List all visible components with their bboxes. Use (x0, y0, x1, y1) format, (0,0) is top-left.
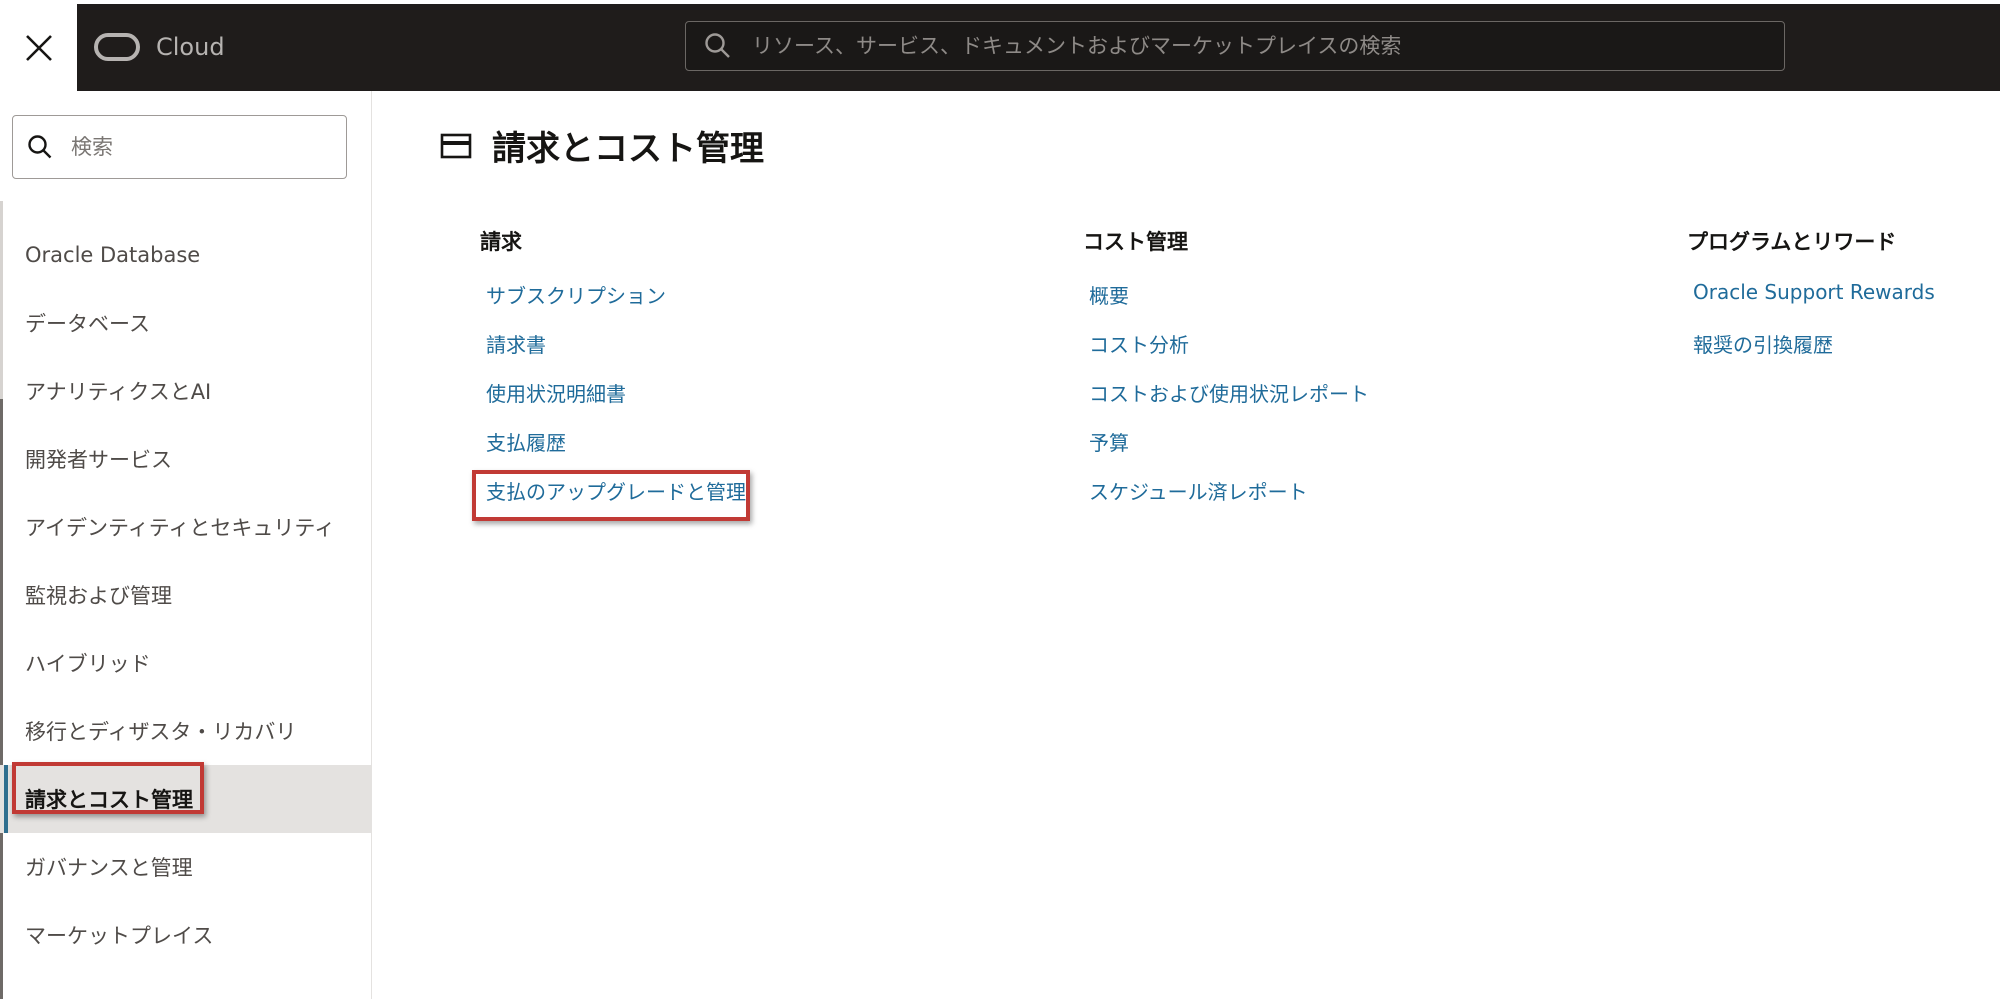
sidebar-item-migration-dr[interactable]: 移行とディザスタ・リカバリ (0, 697, 371, 765)
sidebar-item-governance[interactable]: ガバナンスと管理 (0, 833, 371, 901)
link-cost-usage-reports[interactable]: コストおよび使用状況レポート (1083, 378, 1369, 427)
close-menu-button[interactable] (0, 4, 77, 91)
link-scheduled-reports[interactable]: スケジュール済レポート (1083, 476, 1369, 525)
service-sidebar: Oracle Database データベース アナリティクスとAI 開発者サービ… (0, 91, 372, 999)
link-budgets[interactable]: 予算 (1083, 427, 1369, 476)
sidebar-search[interactable] (12, 115, 347, 179)
sidebar-item-identity-security[interactable]: アイデンティティとセキュリティ (0, 493, 371, 561)
main-content: 請求とコスト管理 請求 サブスクリプション 請求書 使用状況明細書 支払履歴 支… (372, 91, 2000, 999)
column-heading-billing: 請求 (480, 230, 522, 254)
oracle-logo-icon[interactable] (93, 32, 141, 62)
column-cost-management: コスト管理 概要 コスト分析 コストおよび使用状況レポート 予算 スケジュール済… (1083, 226, 1369, 525)
global-search-input[interactable] (750, 33, 1734, 59)
link-overview[interactable]: 概要 (1083, 280, 1369, 329)
sidebar-nav: Oracle Database データベース アナリティクスとAI 開発者サービ… (0, 221, 371, 969)
column-billing: 請求 サブスクリプション 請求書 使用状況明細書 支払履歴 支払のアップグレード… (480, 226, 746, 525)
sidebar-item-analytics-ai[interactable]: アナリティクスとAI (0, 357, 371, 425)
search-icon (27, 134, 53, 160)
link-subscriptions[interactable]: サブスクリプション (480, 280, 746, 329)
link-payment-history[interactable]: 支払履歴 (480, 427, 746, 476)
brand-name[interactable]: Cloud (156, 30, 225, 64)
link-cost-analysis[interactable]: コスト分析 (1083, 329, 1369, 378)
credit-card-icon (440, 133, 472, 159)
link-rewards-redemption-history[interactable]: 報奨の引換履歴 (1687, 329, 1935, 378)
page-title: 請求とコスト管理 (492, 129, 764, 169)
sidebar-item-database[interactable]: データベース (0, 289, 371, 357)
top-header: Cloud (0, 0, 2000, 91)
column-programs-rewards: プログラムとリワード Oracle Support Rewards 報奨の引換履… (1687, 226, 1935, 378)
search-icon (704, 32, 732, 60)
link-invoices[interactable]: 請求書 (480, 329, 746, 378)
sidebar-search-input[interactable] (69, 134, 323, 160)
sidebar-item-billing-cost[interactable]: 請求とコスト管理 (0, 765, 371, 833)
sidebar-item-developer-services[interactable]: 開発者サービス (0, 425, 371, 493)
close-icon (25, 34, 52, 61)
sidebar-item-marketplace[interactable]: マーケットプレイス (0, 901, 371, 969)
global-search[interactable] (685, 21, 1785, 71)
sidebar-item-hybrid[interactable]: ハイブリッド (0, 629, 371, 697)
link-upgrade-manage-payment[interactable]: 支払のアップグレードと管理 (480, 476, 746, 525)
column-heading-programs-rewards: プログラムとリワード (1687, 230, 1897, 254)
sidebar-item-oracle-database[interactable]: Oracle Database (0, 221, 371, 289)
link-oracle-support-rewards[interactable]: Oracle Support Rewards (1687, 280, 1935, 329)
sidebar-item-observability[interactable]: 監視および管理 (0, 561, 371, 629)
link-usage-statements[interactable]: 使用状況明細書 (480, 378, 746, 427)
page-header: 請求とコスト管理 (440, 121, 764, 170)
column-heading-cost-management: コスト管理 (1083, 230, 1188, 254)
